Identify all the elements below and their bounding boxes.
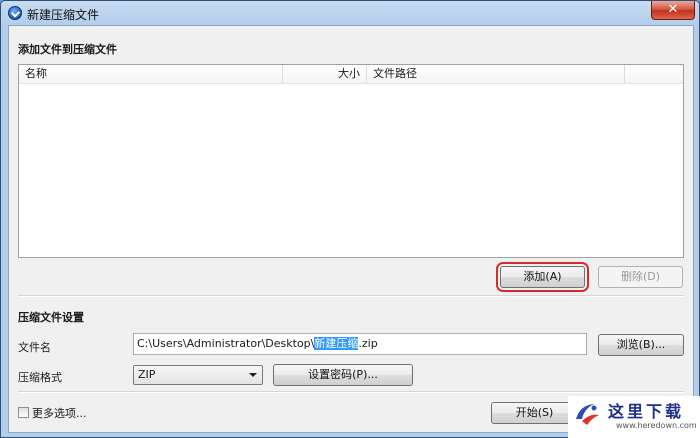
format-select[interactable]: ZIP: [133, 365, 263, 385]
column-header-path[interactable]: 文件路径: [367, 65, 625, 83]
filename-label: 文件名: [18, 341, 51, 354]
more-options-label[interactable]: 更多选项...: [32, 405, 87, 421]
browse-button[interactable]: 浏览(B)...: [598, 334, 684, 356]
filename-selected-text: 新建压缩: [314, 337, 359, 350]
watermark-title: 这里下载: [608, 402, 685, 421]
archive-settings-heading: 压缩文件设置: [18, 311, 84, 324]
add-files-heading: 添加文件到压缩文件: [18, 43, 117, 56]
file-list-table[interactable]: 名称 大小 文件路径: [18, 64, 684, 258]
set-password-button[interactable]: 设置密码(P)...: [273, 364, 413, 386]
site-watermark: 这里下载 www.heredown.com: [568, 396, 700, 438]
watermark-logo-icon: [576, 404, 599, 425]
add-button[interactable]: 添加(A): [496, 262, 589, 292]
column-header-name[interactable]: 名称: [19, 65, 283, 83]
start-button[interactable]: 开始(S): [491, 402, 578, 424]
app-logo-icon: [8, 6, 22, 20]
dialog-body: 添加文件到压缩文件 名称 大小 文件路径 添加(A) 删除(D) 压缩文件设置 …: [8, 25, 694, 433]
format-label: 压缩格式: [18, 371, 62, 384]
dialog-window: 新建压缩文件 ✕ 添加文件到压缩文件 名称 大小 文件路径 添加(A) 删除(D…: [0, 0, 700, 438]
filename-prefix: C:\Users\Administrator\Desktop\: [137, 337, 315, 350]
chevron-down-icon: [249, 373, 257, 377]
window-title: 新建压缩文件: [27, 8, 100, 22]
delete-button[interactable]: 删除(D): [598, 266, 683, 288]
format-select-value: ZIP: [138, 368, 156, 381]
filename-extension: .zip: [358, 337, 378, 350]
filename-input[interactable]: C:\Users\Administrator\Desktop\新建压缩.zip: [133, 333, 587, 355]
table-header: 名称 大小 文件路径: [19, 65, 683, 84]
title-bar[interactable]: 新建压缩文件 ✕: [1, 1, 699, 25]
watermark-url: www.heredown.com: [616, 421, 697, 430]
section-divider: [18, 295, 684, 297]
footer-divider: [18, 391, 684, 393]
more-options-checkbox[interactable]: [18, 407, 29, 418]
close-button[interactable]: ✕: [651, 1, 695, 20]
column-header-size[interactable]: 大小: [283, 65, 367, 83]
